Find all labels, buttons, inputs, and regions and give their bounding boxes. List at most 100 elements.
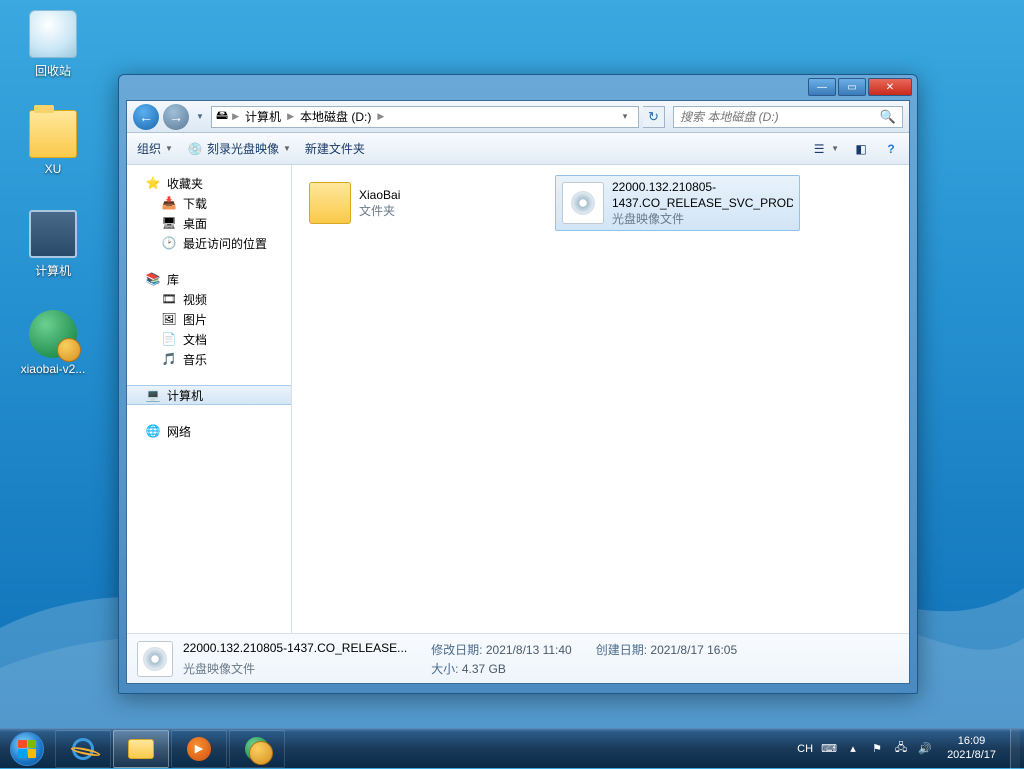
help-icon: ? [883, 141, 899, 157]
help-button[interactable]: ? [883, 141, 899, 157]
forward-button[interactable]: → [163, 104, 189, 130]
back-button[interactable]: ← [133, 104, 159, 130]
volume-icon[interactable]: 🔊 [917, 741, 933, 757]
action-center-icon[interactable]: ⚑ [869, 741, 885, 757]
taskbar-app[interactable] [229, 730, 285, 768]
preview-pane-button[interactable]: ◧ [853, 141, 869, 157]
details-pane: 22000.132.210805-1437.CO_RELEASE... 修改日期… [127, 633, 909, 683]
folder-icon [309, 182, 351, 224]
nav-computer[interactable]: 💻计算机 [127, 385, 291, 405]
disc-image-icon [562, 182, 604, 224]
network-tray-icon[interactable]: 🖧 [893, 741, 909, 757]
nav-pane: ⭐收藏夹 📥下载 🖥桌面 🕑最近访问的位置 📚库 🎞视频 🖼图片 📄文档 🎵音乐… [127, 165, 292, 633]
nav-libraries[interactable]: 📚库 [127, 269, 291, 289]
list-item-iso[interactable]: 22000.132.210805-1437.CO_RELEASE_SVC_PRO… [555, 175, 800, 231]
explorer-window: — ▭ ✕ ← → ▼ 🖴 ▶ 计算机 ▶ 本地磁盘 (D:) ▶ ▾ ↻ 🔍 [118, 74, 918, 694]
desktop-icon-label: XU [16, 162, 90, 176]
taskbar-explorer[interactable] [113, 730, 169, 768]
computer-icon: 💻 [145, 387, 161, 403]
minimize-button[interactable]: — [808, 78, 836, 96]
desktop-icon-recycle[interactable]: 回收站 [16, 10, 90, 79]
view-mode-button[interactable]: ☰▼ [811, 141, 839, 157]
details-created: 2021/8/17 16:05 [650, 643, 737, 657]
desktop-icon-folder-xu[interactable]: XU [16, 110, 90, 176]
video-icon: 🎞 [161, 291, 177, 307]
nav-downloads[interactable]: 📥下载 [127, 193, 291, 213]
desktop-icon-label: xiaobai-v2... [16, 362, 90, 376]
maximize-button[interactable]: ▭ [838, 78, 866, 96]
desktop-icon-label: 计算机 [16, 262, 90, 279]
nav-documents[interactable]: 📄文档 [127, 329, 291, 349]
clock[interactable]: 16:09 2021/8/17 [941, 735, 1002, 761]
nav-network[interactable]: 🌐网络 [127, 421, 291, 441]
desktop-icon-label: 回收站 [16, 62, 90, 79]
taskbar-wmp[interactable]: ▶ [171, 730, 227, 768]
clock-date: 2021/8/17 [947, 749, 996, 762]
titlebar: — ▭ ✕ [126, 78, 912, 98]
refresh-button[interactable]: ↻ [643, 106, 665, 128]
music-icon: 🎵 [161, 351, 177, 367]
library-icon: 📚 [145, 271, 161, 287]
file-list: XiaoBai 文件夹 22000.132.210805-1437.CO_REL… [292, 165, 909, 633]
network-icon: 🌐 [145, 423, 161, 439]
nav-desktop[interactable]: 🖥桌面 [127, 213, 291, 233]
list-item-folder[interactable]: XiaoBai 文件夹 [302, 175, 547, 231]
picture-icon: 🖼 [161, 311, 177, 327]
nav-pictures[interactable]: 🖼图片 [127, 309, 291, 329]
search-input[interactable] [680, 110, 880, 124]
address-bar[interactable]: 🖴 ▶ 计算机 ▶ 本地磁盘 (D:) ▶ ▾ [211, 106, 639, 128]
app-icon [245, 737, 269, 761]
ime-tool-icon[interactable]: ⌨ [821, 741, 837, 757]
wmp-icon: ▶ [187, 737, 211, 761]
disc-image-icon [137, 641, 173, 677]
details-modified: 2021/8/13 11:40 [486, 643, 572, 657]
disc-icon: 💿 [187, 141, 203, 157]
address-dropdown[interactable]: ▾ [616, 111, 634, 122]
search-icon: 🔍 [880, 109, 896, 125]
item-type: 光盘映像文件 [612, 211, 793, 227]
ie-icon [70, 735, 96, 761]
start-button[interactable] [0, 729, 54, 769]
close-button[interactable]: ✕ [868, 78, 912, 96]
item-name: 22000.132.210805-1437.CO_RELEASE_SVC_PRO… [612, 179, 793, 211]
taskbar-ie[interactable] [55, 730, 111, 768]
breadcrumb-drive[interactable]: 本地磁盘 (D:) [298, 107, 373, 126]
view-icon: ☰ [811, 141, 827, 157]
breadcrumb-computer[interactable]: 计算机 [243, 107, 283, 126]
document-icon: 📄 [161, 331, 177, 347]
nav-recent[interactable]: 🕑最近访问的位置 [127, 233, 291, 253]
organize-menu[interactable]: 组织▼ [137, 140, 173, 157]
system-tray: CH ⌨ ▴ ⚑ 🖧 🔊 16:09 2021/8/17 [793, 729, 1024, 769]
computer-icon [29, 210, 77, 258]
details-type: 光盘映像文件 [183, 660, 407, 677]
download-icon: 📥 [161, 195, 177, 211]
search-box[interactable]: 🔍 [673, 106, 903, 128]
desktop-icon-computer[interactable]: 计算机 [16, 210, 90, 279]
desktop-icon: 🖥 [161, 215, 177, 231]
nav-history-dropdown[interactable]: ▼ [193, 108, 207, 126]
nav-favorites[interactable]: ⭐收藏夹 [127, 173, 291, 193]
taskbar: ▶ CH ⌨ ▴ ⚑ 🖧 🔊 16:09 2021/8/17 [0, 728, 1024, 768]
star-icon: ⭐ [145, 175, 161, 191]
desktop-icon-xiaobai[interactable]: xiaobai-v2... [16, 310, 90, 376]
new-folder-button[interactable]: 新建文件夹 [305, 140, 365, 157]
show-desktop-button[interactable] [1010, 729, 1020, 769]
nav-bar: ← → ▼ 🖴 ▶ 计算机 ▶ 本地磁盘 (D:) ▶ ▾ ↻ 🔍 [127, 101, 909, 133]
nav-music[interactable]: 🎵音乐 [127, 349, 291, 369]
item-name: XiaoBai [359, 187, 400, 203]
clock-time: 16:09 [947, 735, 996, 748]
ime-indicator[interactable]: CH [797, 743, 813, 755]
details-name: 22000.132.210805-1437.CO_RELEASE... [183, 641, 407, 658]
pane-icon: ◧ [853, 141, 869, 157]
recycle-bin-icon [29, 10, 77, 58]
burn-image-button[interactable]: 💿刻录光盘映像▼ [187, 140, 291, 157]
recent-icon: 🕑 [161, 235, 177, 251]
nav-videos[interactable]: 🎞视频 [127, 289, 291, 309]
item-type: 文件夹 [359, 203, 400, 219]
tray-chevron-icon[interactable]: ▴ [845, 741, 861, 757]
drive-icon: 🖴 [216, 106, 228, 127]
toolbar: 组织▼ 💿刻录光盘映像▼ 新建文件夹 ☰▼ ◧ ? [127, 133, 909, 165]
explorer-icon [128, 739, 154, 759]
folder-icon [29, 110, 77, 158]
details-size: 4.37 GB [462, 662, 506, 676]
